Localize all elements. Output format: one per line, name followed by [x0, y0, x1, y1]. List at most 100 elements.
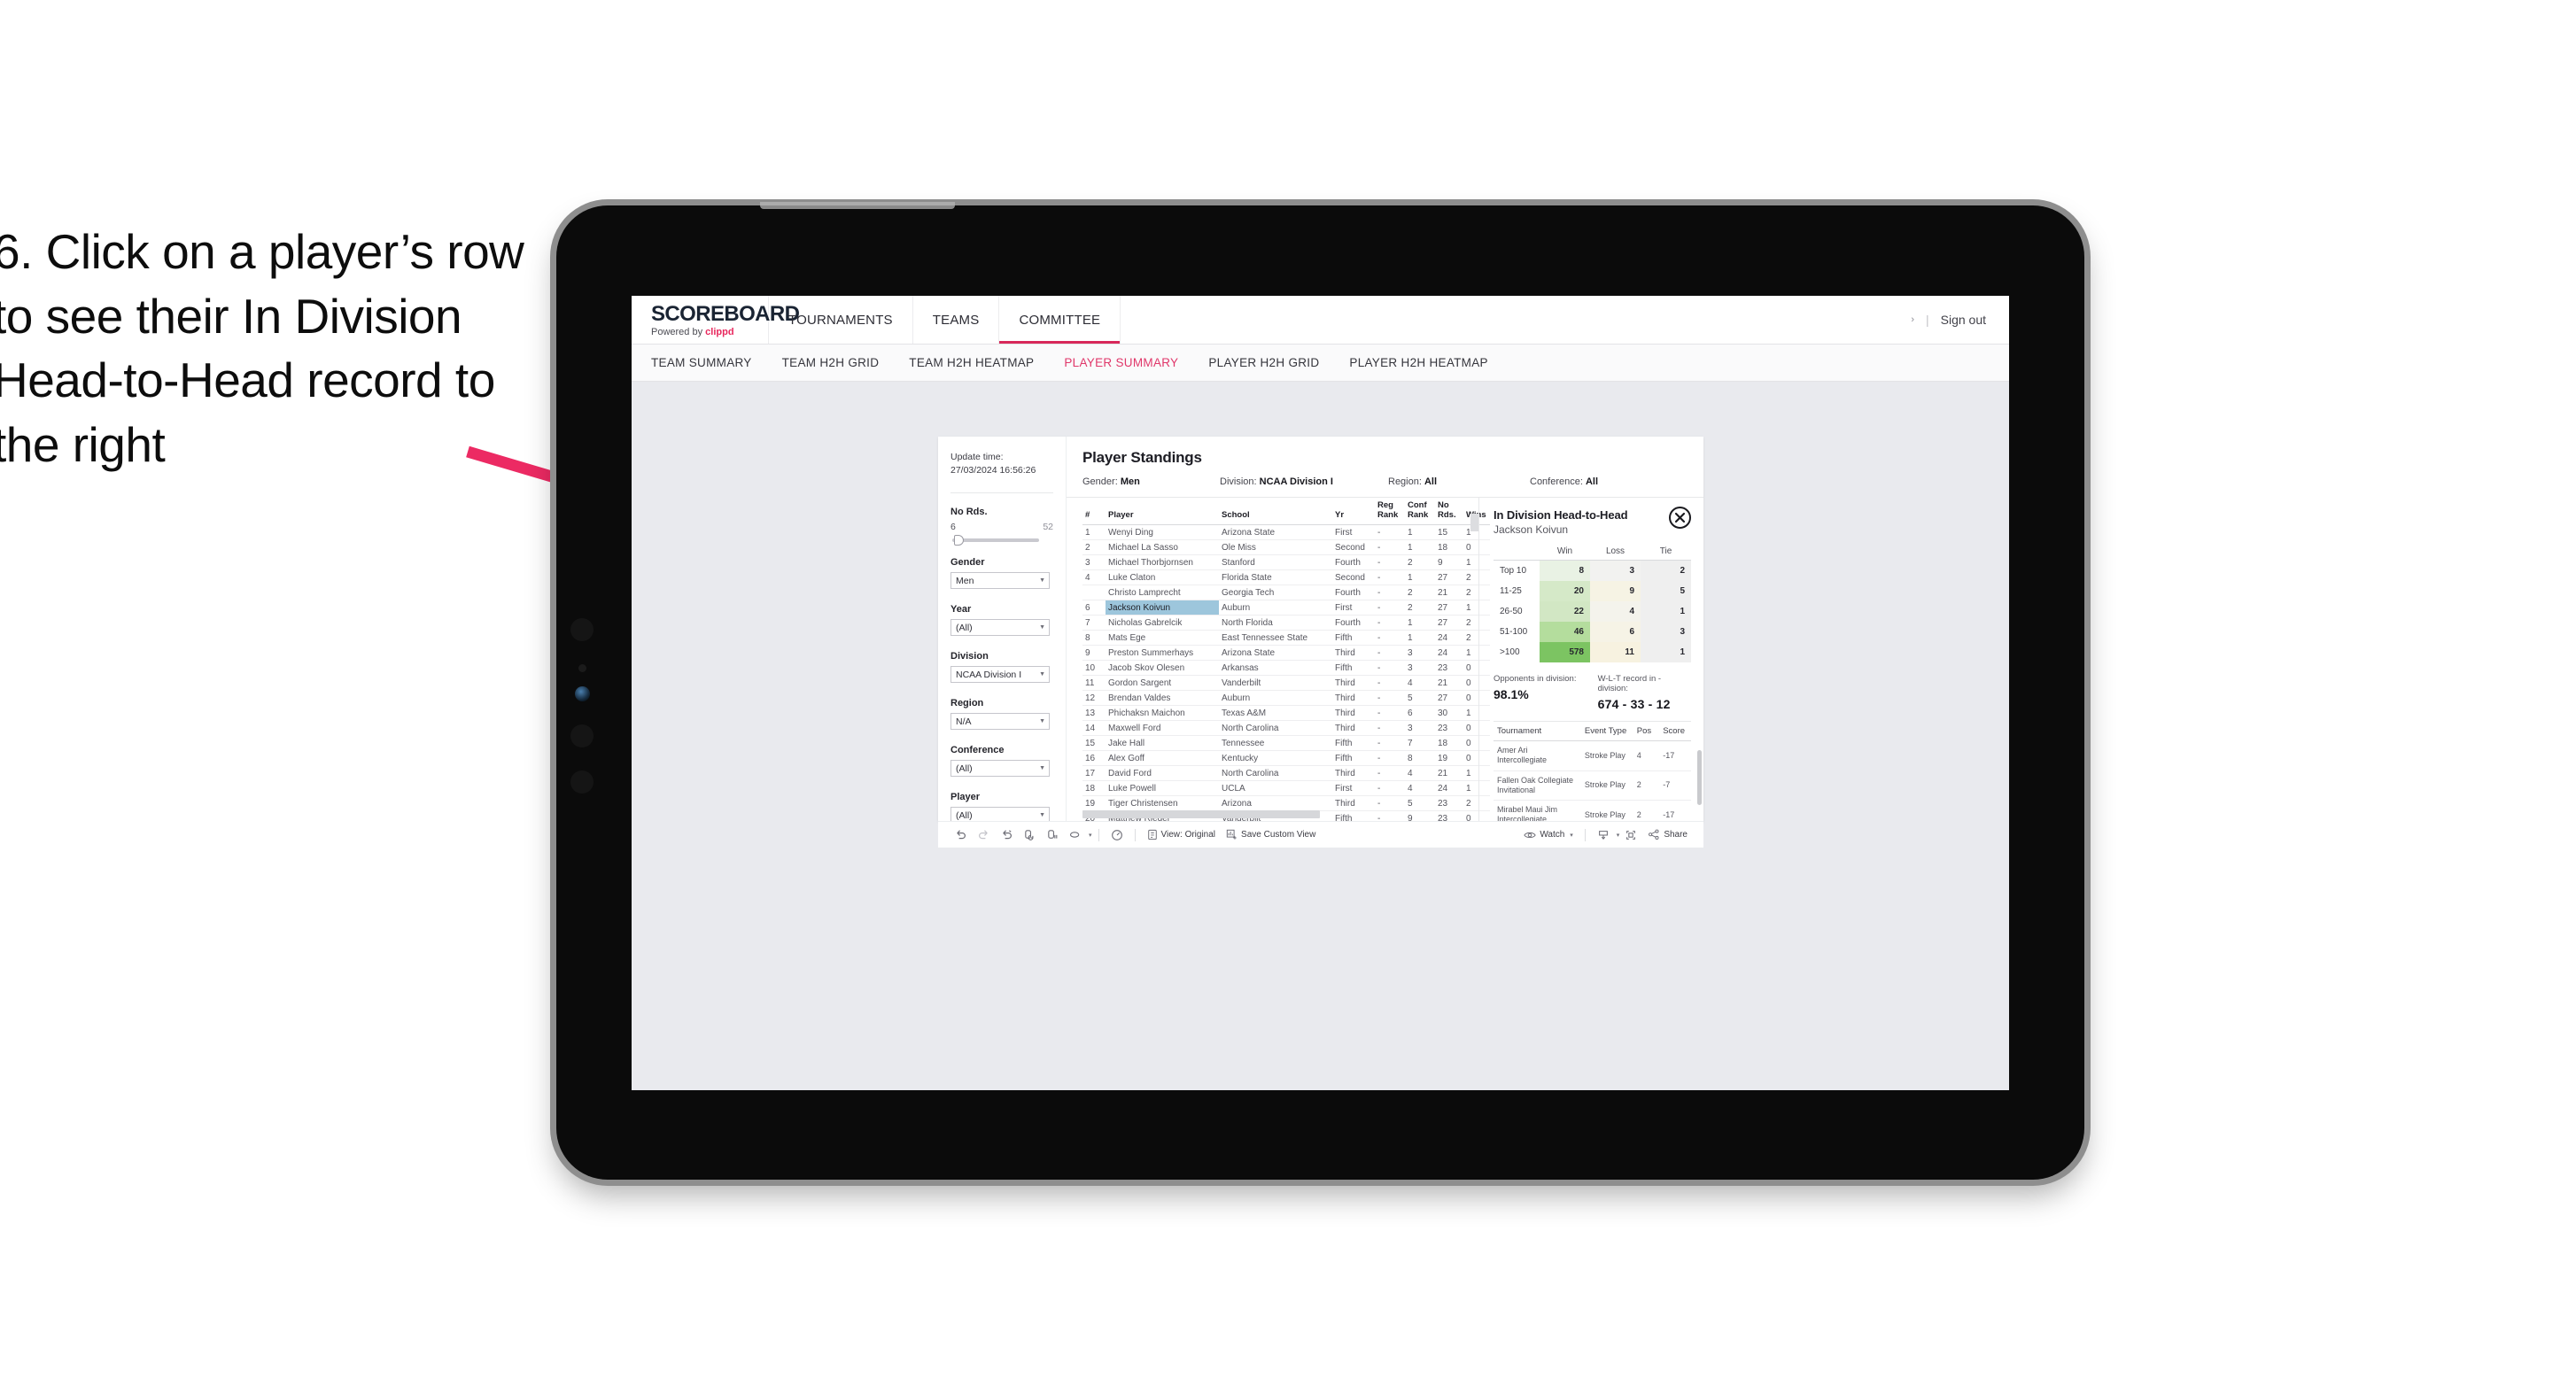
col-no-rds[interactable]: No Rds. [1435, 498, 1463, 526]
cell-conf-rank: 9 [1405, 810, 1435, 821]
cell-no-rds: 21 [1435, 585, 1463, 601]
table-row[interactable]: 3 Michael Thorbjornsen Stanford Fourth -2 9 1 [1082, 554, 1490, 571]
table-row[interactable]: 15 Jake Hall Tennessee Fifth -7 18 0 [1082, 735, 1490, 752]
h2h-row[interactable]: 11-25 20 9 5 [1494, 581, 1691, 601]
table-row[interactable]: 11 Gordon Sargent Vanderbilt Third -4 21 0 [1082, 675, 1490, 692]
cell-tournament-name: Fallen Oak Collegiate Invitational [1494, 770, 1581, 801]
cell-school: Auburn [1219, 690, 1332, 707]
table-row[interactable]: 9 Preston Summerhays Arizona State Third -3 2… [1082, 645, 1490, 662]
nav-teams[interactable]: TEAMS [913, 296, 1000, 344]
nav-tournaments[interactable]: TOURNAMENTS [769, 296, 913, 344]
speaker-hole-icon [570, 618, 594, 641]
col-yr[interactable]: Yr [1332, 498, 1375, 526]
region-dropdown[interactable]: N/A ▼ [950, 713, 1050, 731]
visualization-panel: Update time: 27/03/2024 16:56:26 No Rds.… [938, 437, 1703, 821]
sign-out-link[interactable]: Sign out [1941, 313, 1986, 327]
share-button[interactable]: Share [1642, 829, 1693, 840]
col-pos[interactable]: Pos [1633, 721, 1660, 741]
tournament-scrollbar[interactable] [1697, 750, 1702, 805]
col-rank[interactable]: # [1082, 498, 1106, 526]
table-row[interactable]: Christo Lamprecht Georgia Tech Fourth -2 21 2 [1082, 585, 1490, 601]
tab-player-h2h-heatmap[interactable]: PLAYER H2H HEATMAP [1349, 356, 1487, 369]
vertical-scrollbar[interactable] [1470, 514, 1478, 531]
tournament-row[interactable]: Amer Ari Intercollegiate Stroke Play 4 -17 [1494, 740, 1691, 771]
cell-conf-rank: 5 [1405, 690, 1435, 707]
cell-rank: 12 [1082, 690, 1106, 707]
h2h-row[interactable]: Top 10 8 3 2 [1494, 560, 1691, 581]
table-row[interactable]: 1 Wenyi Ding Arizona State First -1 15 1 [1082, 524, 1490, 541]
filter-summary-bar: Gender: Men Division: NCAA Division I Re… [1082, 476, 1703, 497]
filter-year: Year (All) ▼ [950, 604, 1053, 637]
table-row[interactable]: 7 Nicholas Gabrelcik North Florida Fourth -1… [1082, 615, 1490, 631]
col-player[interactable]: Player [1106, 498, 1219, 526]
logo-subtitle: Powered by clippd [651, 328, 768, 337]
h2h-cell-loss: 9 [1590, 581, 1641, 601]
gender-dropdown[interactable]: Men ▼ [950, 572, 1050, 590]
h2h-row[interactable]: >100 578 11 1 [1494, 642, 1691, 662]
tab-player-h2h-grid[interactable]: PLAYER H2H GRID [1208, 356, 1319, 369]
highlight-icon[interactable] [1064, 825, 1087, 845]
chevron-down-icon: ▼ [1039, 812, 1045, 819]
tab-team-h2h-heatmap[interactable]: TEAM H2H HEATMAP [909, 356, 1034, 369]
player-dropdown[interactable]: (All) ▼ [950, 807, 1050, 821]
watch-caret-icon[interactable]: ▾ [1570, 832, 1573, 839]
table-row[interactable]: 6 Jackson Koivun Auburn First -2 27 1 [1082, 600, 1490, 616]
conference-dropdown[interactable]: (All) ▼ [950, 760, 1050, 778]
tournament-row[interactable]: Fallen Oak Collegiate Invitational Stroke… [1494, 770, 1691, 801]
cell-conf-rank: 1 [1405, 569, 1435, 586]
tablet-screen: SCOREBOARD Powered by clippd TOURNAMENTS… [632, 296, 2009, 1090]
table-row[interactable]: 4 Luke Claton Florida State Second -1 27 2 [1082, 569, 1490, 586]
revert-icon[interactable] [995, 825, 1018, 845]
highlight-caret-icon[interactable]: ▾ [1089, 832, 1092, 839]
table-row[interactable]: 13 Phichaksn Maichon Texas A&M Third -6 30 1 [1082, 705, 1490, 722]
col-reg-rank[interactable]: Reg Rank [1375, 498, 1405, 526]
refresh-data-icon[interactable] [1018, 825, 1041, 845]
col-score[interactable]: Score [1659, 721, 1691, 741]
cell-rank: 2 [1082, 539, 1106, 556]
table-row[interactable]: 10 Jacob Skov Olesen Arkansas Fifth -3 23 0 [1082, 660, 1490, 677]
tab-team-h2h-grid[interactable]: TEAM H2H GRID [782, 356, 880, 369]
close-icon[interactable] [1669, 507, 1691, 529]
table-row[interactable]: 16 Alex Goff Kentucky Fifth -8 19 0 [1082, 750, 1490, 767]
app-logo[interactable]: SCOREBOARD Powered by clippd [632, 296, 800, 344]
year-dropdown[interactable]: (All) ▼ [950, 619, 1050, 637]
pause-updates-icon[interactable] [1041, 825, 1064, 845]
fullscreen-icon[interactable] [1619, 825, 1642, 845]
summary-division-label: Division: [1220, 476, 1260, 487]
nav-committee[interactable]: COMMITTEE [999, 296, 1121, 344]
table-row[interactable]: 12 Brendan Valdes Auburn Third -5 27 0 [1082, 690, 1490, 707]
cell-no-rds: 23 [1435, 720, 1463, 737]
save-custom-view-button[interactable]: Save Custom View [1221, 829, 1321, 840]
col-school[interactable]: School [1219, 498, 1332, 526]
division-dropdown[interactable]: NCAA Division I ▼ [950, 666, 1050, 684]
slider-handle[interactable] [954, 535, 964, 546]
chevron-right-icon[interactable]: › [1911, 314, 1914, 325]
table-row[interactable]: 2 Michael La Sasso Ole Miss Second -1 18 0 [1082, 539, 1490, 556]
table-row[interactable]: 18 Luke Powell UCLA First -4 24 1 [1082, 780, 1490, 797]
cell-rank: 6 [1082, 600, 1106, 616]
download-icon[interactable] [1592, 825, 1615, 845]
tournament-row[interactable]: Mirabel Maui Jim Intercollegiate Stroke P… [1494, 800, 1691, 821]
tab-team-summary[interactable]: TEAM SUMMARY [651, 356, 752, 369]
redo-icon[interactable] [972, 825, 995, 845]
tab-player-summary[interactable]: PLAYER SUMMARY [1064, 356, 1178, 369]
h2h-row[interactable]: 51-100 46 6 3 [1494, 622, 1691, 642]
speaker-hole-icon [570, 724, 594, 747]
undo-icon[interactable] [949, 825, 972, 845]
no-rds-slider[interactable] [952, 535, 1039, 546]
table-row[interactable]: 19 Tiger Christensen Arizona Third -5 23 2 [1082, 795, 1490, 812]
col-conf-rank[interactable]: Conf Rank [1405, 498, 1435, 526]
summary-division: Division: NCAA Division I [1220, 476, 1388, 487]
watch-button[interactable]: Watch ▾ [1518, 830, 1578, 840]
view-original-button[interactable]: View: Original [1142, 829, 1222, 840]
cell-rank: 3 [1082, 554, 1106, 571]
h2h-row[interactable]: 26-50 22 4 1 [1494, 601, 1691, 622]
pause-auto-update-icon[interactable] [1106, 825, 1129, 845]
table-row[interactable]: 14 Maxwell Ford North Carolina Third -3 23 0 [1082, 720, 1490, 737]
col-event-type[interactable]: Event Type [1580, 721, 1633, 741]
horizontal-scrollbar[interactable] [1082, 810, 1320, 818]
cell-reg-rank: - [1375, 645, 1405, 662]
table-row[interactable]: 8 Mats Ege East Tennessee State Fifth -1 24 2 [1082, 630, 1490, 647]
col-tournament[interactable]: Tournament [1494, 721, 1581, 741]
table-row[interactable]: 17 David Ford North Carolina Third -4 21 1 [1082, 765, 1490, 782]
